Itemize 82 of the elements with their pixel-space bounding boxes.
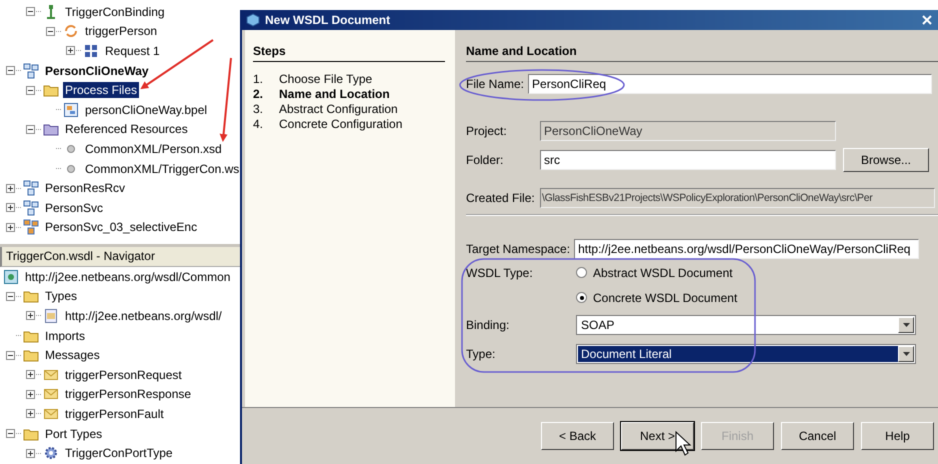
- dropdown[interactable]: SOAP: [576, 314, 916, 334]
- collapse-toggle-icon[interactable]: [26, 86, 35, 95]
- collapse-toggle-icon[interactable]: [6, 292, 15, 301]
- tree-item[interactable]: PersonResRcv: [43, 180, 128, 196]
- step-item: 2. Name and Location: [253, 87, 391, 102]
- field-label: File Name:: [466, 77, 524, 91]
- step-item: 4. Concrete Configuration: [253, 117, 404, 132]
- collapse-toggle-icon[interactable]: [6, 350, 15, 360]
- boxes-icon: [23, 180, 39, 196]
- radio-label[interactable]: Abstract WSDL Document: [593, 266, 733, 280]
- steps-heading: Steps: [253, 44, 445, 62]
- mouse-cursor-icon: [676, 430, 692, 456]
- browse-button[interactable]: Browse...: [843, 148, 929, 172]
- tree-item[interactable]: triggerPerson: [83, 23, 160, 40]
- dialog-button[interactable]: < Back: [541, 422, 614, 450]
- collapse-toggle-icon[interactable]: [6, 66, 15, 76]
- dialog-button[interactable]: Next >: [621, 422, 694, 450]
- field-label: Type:: [466, 346, 496, 360]
- collapse-toggle-icon[interactable]: [26, 124, 35, 134]
- tree-item[interactable]: CommonXML/Person.xsd: [83, 140, 224, 157]
- expand-toggle-icon[interactable]: [6, 184, 15, 193]
- radio-button[interactable]: [576, 267, 587, 278]
- cycle-arrows-icon: [63, 23, 79, 40]
- section-title: Name and Location: [466, 44, 938, 62]
- field-label: Binding:: [466, 318, 510, 332]
- tree-item[interactable]: http://j2ee.netbeans.org/wsdl/Common: [23, 268, 232, 285]
- tree-item[interactable]: TriggerConBinding: [63, 4, 167, 20]
- expand-toggle-icon[interactable]: [26, 390, 35, 399]
- dialog-button[interactable]: Cancel: [781, 422, 854, 450]
- field-label: Created File:: [466, 191, 536, 205]
- tree-item[interactable]: Port Types: [43, 426, 104, 442]
- close-icon[interactable]: [922, 15, 932, 25]
- tree-item[interactable]: PersonSvc: [43, 200, 106, 216]
- tree-item[interactable]: Types: [43, 288, 80, 304]
- field-label: Target Namespace:: [466, 242, 570, 256]
- folder-field[interactable]: src: [540, 150, 836, 170]
- tree-item[interactable]: Request 1: [103, 42, 162, 59]
- boxes-icon: [23, 219, 39, 236]
- tree-item[interactable]: http://j2ee.netbeans.org/wsdl/: [63, 308, 224, 324]
- tree-item[interactable]: Messages: [43, 347, 102, 364]
- document-icon: [43, 308, 59, 324]
- dropdown[interactable]: Document Literal: [576, 344, 916, 364]
- expand-toggle-icon[interactable]: [26, 370, 35, 380]
- collapse-toggle-icon[interactable]: [26, 7, 35, 16]
- wsdl-icon: [3, 268, 19, 285]
- expand-toggle-icon[interactable]: [26, 448, 35, 458]
- dialog-title: New WSDL Document: [265, 13, 392, 27]
- navigator-title: TriggerCon.wsdl - Navigator: [0, 247, 240, 267]
- tree-item[interactable]: Process Files: [63, 82, 140, 98]
- dialog-button[interactable]: Help: [861, 422, 934, 450]
- tree-item[interactable]: CommonXML/TriggerCon.ws: [83, 160, 240, 177]
- tree-item[interactable]: personCliOneWay.bpel: [83, 102, 210, 118]
- radio-label[interactable]: Concrete WSDL Document: [593, 290, 738, 304]
- file-name-field[interactable]: PersonCliReq: [528, 74, 932, 94]
- target-namespace-field[interactable]: http://j2ee.netbeans.org/wsdl/PersonCliOneWay/PersonCliReq: [574, 239, 920, 259]
- tree-item[interactable]: Imports: [43, 328, 88, 344]
- boxes-icon: [23, 200, 39, 216]
- expand-toggle-icon[interactable]: [66, 46, 75, 56]
- expand-toggle-icon[interactable]: [6, 222, 15, 232]
- step-item: 3. Abstract Configuration: [253, 102, 399, 117]
- radio-button[interactable]: [576, 292, 587, 303]
- expand-toggle-icon[interactable]: [26, 311, 35, 320]
- step-item: 1. Choose File Type: [253, 72, 374, 87]
- field-label: Folder:: [466, 153, 504, 167]
- tree-item[interactable]: Referenced Resources: [63, 121, 190, 138]
- expand-toggle-icon[interactable]: [6, 203, 15, 212]
- field-label: WSDL Type:: [466, 266, 534, 280]
- tree-item[interactable]: PersonCliOneWay: [43, 62, 151, 79]
- tree-item[interactable]: triggerPersonRequest: [63, 366, 184, 383]
- tree-item[interactable]: triggerPersonFault: [63, 406, 166, 422]
- tree-item[interactable]: PersonSvc_03_selectiveEnc: [43, 219, 200, 236]
- expand-toggle-icon[interactable]: [26, 409, 35, 418]
- tree-item[interactable]: TriggerConPortType: [63, 445, 175, 462]
- field-label: Project:: [466, 124, 508, 138]
- document-icon: [63, 102, 79, 118]
- collapse-toggle-icon[interactable]: [6, 429, 15, 438]
- boxes-icon: [23, 62, 39, 79]
- tree-item[interactable]: triggerPersonResponse: [63, 386, 194, 402]
- gear-icon: [43, 445, 59, 462]
- collapse-toggle-icon[interactable]: [46, 26, 55, 36]
- grid-icon: [83, 42, 99, 59]
- cube-icon: [246, 13, 260, 27]
